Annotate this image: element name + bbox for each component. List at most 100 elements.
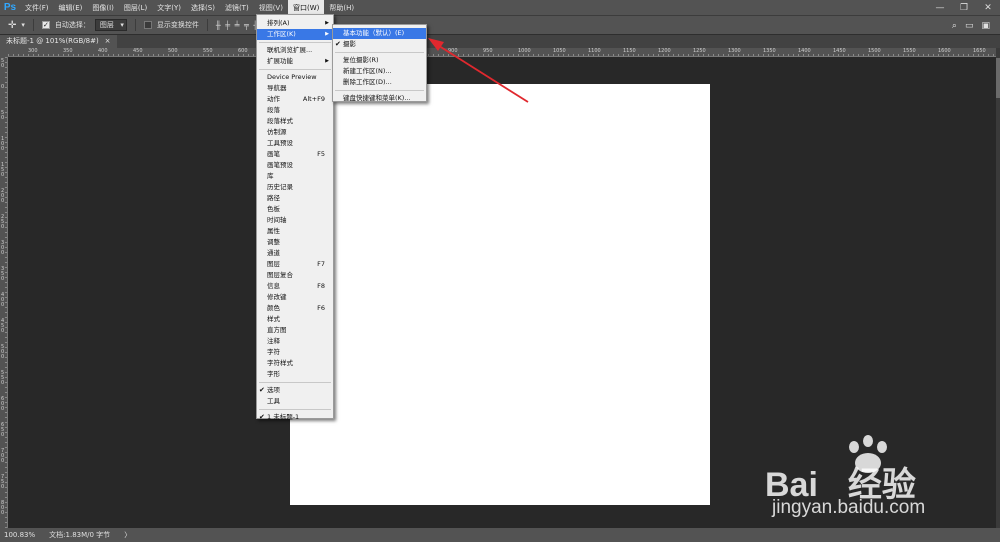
menu-item-6[interactable]: 滤镜(T) [220,0,254,16]
ruler-tick-label: 50 [1,110,5,121]
window-menu-item[interactable]: 字形 [257,369,333,380]
shortcut-label: F7 [317,260,325,268]
window-menu-item[interactable]: 注释 [257,336,333,347]
zoom-level[interactable]: 100.83% [4,531,35,539]
window-menu-item[interactable]: 历史记录 [257,182,333,193]
window-menu-item[interactable]: 段落 [257,105,333,116]
window-menu-item[interactable]: 动作 Alt+F9 [257,94,333,105]
check-icon: ✔ [259,386,265,394]
window-menu-item[interactable]: 通道 [257,248,333,259]
auto-select-checkbox[interactable]: ✓ [41,21,50,29]
window-menu-item[interactable]: 属性 [257,226,333,237]
window-menu-item-label: 排列(A) [267,19,290,27]
window-menu-item[interactable]: ✔ 选项 [257,385,333,396]
ruler-tick-label: 50 [1,58,5,69]
window-menu-item[interactable]: 时间轴 [257,215,333,226]
ruler-vertical[interactable]: 50 0 50 100 150 200 250 300 350 400 450 500 550 600 65… [0,57,8,528]
ruler-tick-label: 750 [1,474,5,490]
workspace-menu-item-label: 复位摄影(R) [343,56,379,64]
workspace-menu-item[interactable]: 复位摄影(R) [333,55,426,66]
window-menu-item[interactable]: 扩展功能 ▶ [257,56,333,67]
ruler-tick-label: 550 [1,370,5,386]
document-canvas[interactable] [290,84,710,505]
window-menu-item[interactable]: 库 [257,171,333,182]
ruler-tick-label: 1600 [938,48,951,54]
ruler-tick-label: 600 [1,396,5,412]
window-menu-item-label: Device Preview [267,73,317,81]
window-menu-item-label: 段落 [267,106,280,114]
window-menu-item[interactable]: 颜色 F6 [257,303,333,314]
window-menu-item[interactable]: 工具预设 [257,138,333,149]
window-menu-item[interactable]: Device Preview [257,72,333,83]
auto-select-label: 自动选择： [54,21,90,29]
window-menu-item[interactable]: 信息 F8 [257,281,333,292]
menu-item-3[interactable]: 图层(L) [119,0,152,16]
workspace-menu-item[interactable]: 删除工作区(D)... [333,77,426,88]
ruler-corner[interactable] [0,48,8,57]
workspace-menu-item-label: 键盘快捷键和菜单(K)... [343,94,411,102]
minimize-button[interactable]: — [928,0,952,16]
ruler-tick-label: 1650 [973,48,986,54]
workspace-icon[interactable]: ▭ [965,21,974,31]
tab-close-icon[interactable]: × [105,35,111,48]
window-menu-item[interactable]: 图层复合 [257,270,333,281]
window-menu-item-label: 历史记录 [267,183,293,191]
workspace-menu-item[interactable]: ✔ 摄影 [333,39,426,50]
auto-select-dropdown[interactable]: 图层 [94,19,127,31]
window-menu-item[interactable]: ✔ 1 未标题-1 [257,412,333,423]
window-menu-item[interactable]: 样式 [257,314,333,325]
window-menu-item[interactable]: 仿制源 [257,127,333,138]
window-menu-item-label: 画笔 [267,150,280,158]
window-menu-item[interactable]: 调整 [257,237,333,248]
window-menu-item[interactable]: 路径 [257,193,333,204]
workspace-menu-item[interactable]: 新建工作区(N)... [333,66,426,77]
options-bar: ✛ ▾ ✓ 自动选择： 图层 显示变换控件 ╫ ╪ ╧ ╤ ╢ ╟ ╫ ╪ ╧ … [0,16,1000,35]
tool-preset-dropdown[interactable]: ▾ [21,21,25,29]
window-menu-item[interactable]: 段落样式 [257,116,333,127]
window-menu-item[interactable]: 修改键 [257,292,333,303]
window-menu-item-label: 图层 [267,260,280,268]
restore-button[interactable]: ❐ [952,0,976,16]
menu-item-1[interactable]: 编辑(E) [54,0,88,16]
window-menu-item[interactable]: 直方图 [257,325,333,336]
menu-item-5[interactable]: 选择(S) [186,0,220,16]
ruler-tick-label: 550 [203,48,213,54]
window-menu-item[interactable]: 色板 [257,204,333,215]
workspace-menu-item[interactable]: 键盘快捷键和菜单(K)... [333,93,426,104]
menu-item-4[interactable]: 文字(Y) [152,0,186,16]
window-menu-item-label: 导航器 [267,84,287,92]
search-icon[interactable]: ⌕ [952,21,957,31]
window-menu-item[interactable]: 字符样式 [257,358,333,369]
window-menu-item[interactable]: 导航器 [257,83,333,94]
window-menu-item[interactable]: 工作区(K) ▶ [257,29,333,40]
document-tab-title: 未标题-1 @ 101%(RGB/8#) [6,37,99,45]
ruler-tick-label: 0 [1,84,5,90]
ruler-tick-label: 300 [28,48,38,54]
workspace-menu-item-label: 摄影 [343,40,356,48]
window-menu-item[interactable]: 画笔 F5 [257,149,333,160]
ruler-horizontal[interactable]: 3003504004505005506006507007508008509009… [8,48,996,57]
workspace-menu-item[interactable]: 基本功能（默认）(E) [333,28,426,39]
window-menu-item-label: 字形 [267,370,280,378]
shortcut-label: F8 [317,282,325,290]
status-menu-arrow[interactable]: 〉 [124,530,131,540]
check-icon: ✔ [259,413,265,421]
window-menu-item-label: 工作区(K) [267,30,296,38]
window-menu-item[interactable]: 字符 [257,347,333,358]
window-menu-item[interactable]: 排列(A) ▶ [257,18,333,29]
menu-item-0[interactable]: 文件(F) [20,0,54,16]
workspace-menu-item-label: 删除工作区(D)... [343,78,392,86]
menu-item-2[interactable]: 图像(I) [87,0,119,16]
window-menu-item[interactable]: 画笔预设 [257,160,333,171]
move-icon[interactable]: ✛ [8,20,16,31]
ruler-tick-label: 1300 [728,48,741,54]
arrange-window-icon[interactable]: ▣ [981,21,990,31]
document-tab[interactable]: 未标题-1 @ 101%(RGB/8#) × [0,35,117,48]
window-menu-item[interactable]: 联机浏览扩展... [257,45,333,56]
close-button[interactable]: ✕ [976,0,1000,16]
show-transform-checkbox[interactable] [143,21,152,29]
window-menu-item[interactable]: 图层 F7 [257,259,333,270]
scrollbar-thumb[interactable] [996,58,1000,98]
vertical-scrollbar[interactable] [996,48,1000,528]
window-menu-item[interactable]: 工具 [257,396,333,407]
